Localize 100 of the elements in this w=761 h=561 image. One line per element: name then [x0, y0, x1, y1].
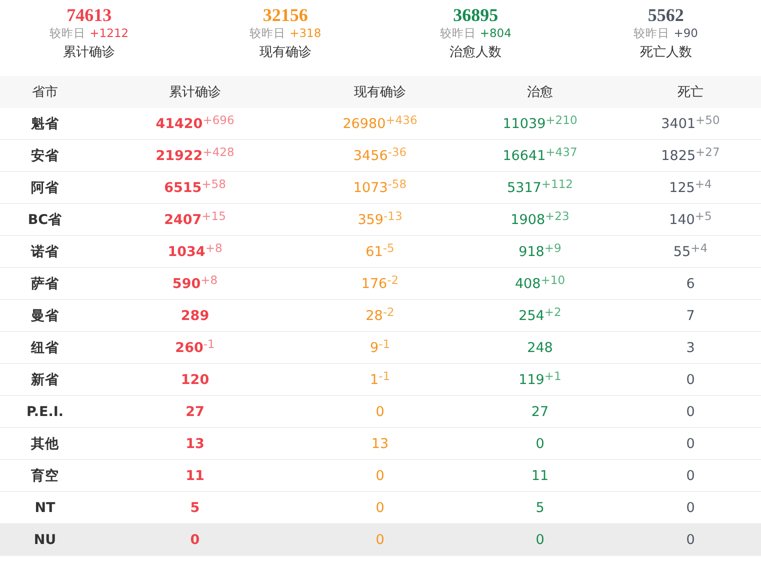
region-name: 萨省: [31, 274, 59, 292]
cell-change: +50: [696, 112, 720, 126]
cell-value: 119: [518, 372, 544, 388]
region-name: 纽省: [31, 338, 59, 356]
cell-value: 918: [518, 244, 544, 260]
table-row[interactable]: 育空 11 0 11 0: [0, 460, 761, 492]
cell-value: 1: [370, 372, 379, 388]
region-name: NU: [34, 532, 56, 548]
cell-change: +2: [544, 304, 562, 318]
stat-change: +804: [480, 26, 512, 40]
region-name: 新省: [31, 370, 59, 388]
cell-value: 26980: [342, 116, 386, 132]
cell-change: -58: [388, 176, 407, 190]
cell-value: 0: [190, 532, 200, 548]
region-name: P.E.I.: [26, 404, 64, 420]
cell-value: 27: [186, 404, 204, 420]
cell-change: +4: [694, 176, 712, 190]
cell-value: 0: [536, 436, 544, 452]
stat-label: 累计确诊: [63, 44, 116, 62]
cell-change: +8: [205, 240, 222, 254]
cell-change: +436: [386, 112, 418, 126]
stat-value: 74613: [66, 4, 112, 26]
cell-value: 5317: [507, 180, 542, 196]
column-header: 治愈: [527, 84, 553, 101]
cell-change: +428: [202, 144, 234, 158]
cell-value: 0: [686, 404, 695, 420]
cell-change: -2: [387, 272, 399, 286]
stat-label: 现有确诊: [259, 44, 312, 62]
cell-value: 13: [371, 436, 389, 452]
stat-change: +318: [290, 26, 322, 40]
cell-value: 176: [361, 276, 388, 292]
stat-value: 5562: [648, 4, 684, 26]
cell-value: 0: [686, 532, 695, 548]
cell-change: +10: [540, 272, 566, 286]
cell-value: 408: [514, 276, 541, 292]
cell-value: 7: [686, 308, 695, 324]
cell-change: -13: [383, 208, 402, 222]
cell-value: 590: [172, 276, 201, 292]
region-name: 曼省: [31, 306, 59, 324]
table-row[interactable]: NU 0 0 0 0: [0, 524, 761, 556]
cell-change: -36: [388, 144, 407, 158]
cell-value: 120: [180, 372, 210, 388]
region-name: BC省: [28, 210, 62, 228]
cell-value: 260: [175, 340, 204, 356]
cell-change: +437: [546, 144, 578, 158]
cell-change: +58: [202, 176, 226, 190]
column-header: 省市: [32, 84, 58, 101]
cell-change: +23: [545, 208, 570, 222]
region-name: NT: [34, 500, 56, 516]
cell-value: 1908: [510, 212, 546, 228]
cell-value: 1034: [168, 244, 206, 260]
stat-value: 32156: [262, 4, 308, 26]
cell-value: 1073: [353, 180, 388, 196]
cell-value: 359: [358, 212, 384, 228]
column-header: 死亡: [678, 84, 704, 101]
region-name: 安省: [31, 146, 59, 164]
cell-value: 0: [536, 532, 544, 548]
cell-value: 6: [686, 276, 695, 292]
compare-label: 较昨日: [440, 26, 476, 40]
stat-change: +1212: [90, 26, 129, 40]
region-name: 诺省: [31, 242, 59, 260]
cell-value: 41420: [156, 116, 203, 132]
cell-value: 0: [686, 500, 695, 516]
cell-value: 0: [686, 468, 695, 484]
cell-change: +1: [544, 368, 562, 382]
cell-value: 13: [186, 436, 204, 452]
cell-change: +5: [694, 208, 712, 222]
column-header: 累计确诊: [169, 84, 221, 101]
cell-value: 0: [686, 436, 695, 452]
cell-value: 11039: [502, 116, 546, 132]
stat-change: +90: [674, 26, 698, 40]
cell-value: 5: [536, 500, 544, 516]
table-row[interactable]: 其他 13 13 0 0: [0, 428, 761, 460]
cell-value: 0: [376, 404, 384, 420]
cell-change: +696: [202, 112, 234, 126]
cell-value: 0: [686, 372, 695, 388]
compare-label: 较昨日: [50, 26, 86, 40]
cell-change: +112: [541, 176, 573, 190]
cell-change: -1: [203, 336, 215, 350]
cell-value: 140: [669, 212, 695, 228]
cell-value: 21922: [156, 148, 203, 164]
region-name: 魁省: [31, 114, 59, 132]
table-row[interactable]: P.E.I. 27 0 27 0: [0, 396, 761, 428]
compare-label: 较昨日: [634, 26, 670, 40]
stat-label: 治愈人数: [450, 44, 502, 62]
compare-label: 较昨日: [250, 26, 286, 40]
cell-value: 11: [531, 468, 549, 484]
cell-value: 254: [518, 308, 544, 324]
region-name: 阿省: [31, 178, 59, 196]
cell-value: 16641: [502, 148, 546, 164]
cell-value: 6515: [164, 180, 202, 196]
cell-change: +15: [202, 208, 226, 222]
cell-value: 125: [669, 180, 695, 196]
cell-change: +9: [544, 240, 562, 254]
cell-change: -1: [378, 336, 390, 350]
cell-value: 1825: [661, 148, 696, 164]
cell-value: 0: [376, 468, 384, 484]
cell-value: 27: [531, 404, 549, 420]
cell-change: +210: [546, 112, 578, 126]
cell-value: 5: [190, 500, 200, 516]
